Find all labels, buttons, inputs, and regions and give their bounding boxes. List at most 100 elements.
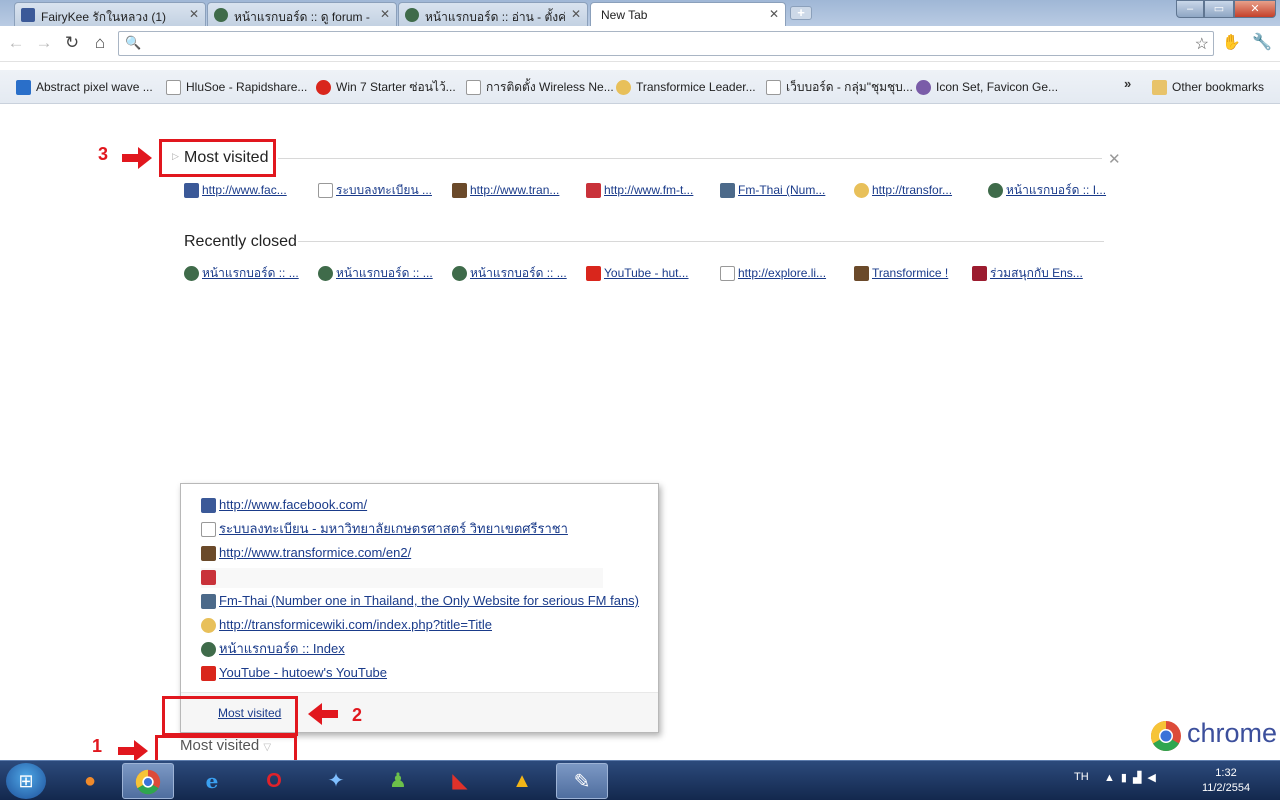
system-tray-icons[interactable]: ▲▮▟◀	[1104, 771, 1162, 784]
bookmark-item[interactable]: เว็บบอร์ด - กลุ่ม"ชุมชุบ...	[766, 79, 913, 97]
chrome-taskbar-button[interactable]	[122, 763, 174, 799]
star-icon[interactable]: ☆	[1195, 34, 1209, 54]
bookmarks-overflow-button[interactable]: »	[1124, 76, 1131, 91]
tile-link[interactable]: หน้าแรกบอร์ด :: ...	[336, 266, 433, 280]
tab-new-tab[interactable]: New Tab ✕	[590, 2, 786, 27]
tray-arrow-icon[interactable]: ▲	[1104, 772, 1121, 784]
firefox-icon[interactable]: ●	[64, 763, 116, 799]
menu-item-label[interactable]: YouTube - hutoew's YouTube	[219, 665, 387, 680]
menu-item[interactable]: Fm-Thai (Number one in Thailand, the Onl…	[201, 592, 639, 612]
reload-button[interactable]: ↻	[62, 33, 82, 53]
bookmark-item[interactable]: Transformice Leader...	[616, 79, 756, 97]
recently-closed-tile[interactable]: ร่วมสนุกกับ Ens...	[972, 265, 1092, 283]
tile-link[interactable]: http://transfor...	[872, 183, 952, 197]
menu-item-label[interactable]: ระบบลงทะเบียน - มหาวิทยาลัยเกษตรศาสตร์ ว…	[219, 521, 568, 536]
most-visited-tile[interactable]: ระบบลงทะเบียน ...	[318, 182, 438, 200]
paint-icon[interactable]: ✎	[556, 763, 608, 799]
wrench-icon[interactable]: 🔧	[1252, 32, 1274, 54]
network-icon[interactable]: ▮	[1121, 772, 1133, 784]
new-tab-button[interactable]: +	[790, 6, 812, 20]
bookmark-item[interactable]: Win 7 Starter ซ่อนไว้...	[316, 79, 456, 97]
e-icon	[972, 266, 987, 281]
other-bookmarks-folder[interactable]: Other bookmarks	[1152, 79, 1264, 97]
extension-icon[interactable]: ✋	[1222, 33, 1242, 53]
recently-closed-tile[interactable]: หน้าแรกบอร์ด :: ...	[452, 265, 572, 283]
opera-icon[interactable]: O	[248, 763, 300, 799]
menu-item[interactable]: http://www.transformice.com/en2/	[201, 544, 411, 564]
messenger-icon[interactable]: ♟	[372, 763, 424, 799]
menu-item-label[interactable]: หน้าแรกบอร์ด :: Index	[219, 641, 345, 656]
tile-link[interactable]: ร่วมสนุกกับ Ens...	[990, 266, 1083, 280]
address-input[interactable]	[145, 35, 1185, 52]
tab-facebook[interactable]: FairyKee รักในหลวง (1) ✕	[14, 2, 206, 26]
menu-item[interactable]	[201, 568, 603, 588]
back-button[interactable]: ←	[6, 33, 26, 53]
transformice-icon	[854, 266, 869, 281]
menu-item[interactable]: http://www.facebook.com/	[201, 496, 367, 516]
minimize-button[interactable]: –	[1176, 0, 1204, 18]
most-visited-tile[interactable]: http://transfor...	[854, 182, 974, 200]
window-close-button[interactable]: ✕	[1234, 0, 1276, 18]
close-icon[interactable]: ✕	[380, 7, 390, 21]
annotation-box-2	[162, 696, 298, 736]
bookmark-item[interactable]: Abstract pixel wave ...	[16, 79, 153, 97]
volume-icon[interactable]: ◀	[1147, 772, 1161, 784]
tab-forum-1[interactable]: หน้าแรกบอร์ด :: ดู forum - ... ✕	[207, 2, 397, 26]
bookmark-item[interactable]: Icon Set, Favicon Ge...	[916, 79, 1058, 97]
recently-closed-tile[interactable]: หน้าแรกบอร์ด :: ...	[184, 265, 304, 283]
tile-link[interactable]: YouTube - hut...	[604, 266, 689, 280]
most-visited-tile[interactable]: http://www.tran...	[452, 182, 572, 200]
ie-icon[interactable]: e	[186, 763, 238, 799]
maximize-button[interactable]: ▭	[1204, 0, 1234, 18]
close-icon[interactable]: ✕	[571, 7, 581, 21]
most-visited-tile[interactable]: http://www.fac...	[184, 182, 304, 200]
tab-label: หน้าแรกบอร์ด :: อ่าน - ตั้งค่า...	[425, 10, 565, 24]
omnibox[interactable]: 🔍 ☆	[118, 31, 1214, 56]
tile-link[interactable]: หน้าแรกบอร์ด :: I...	[1006, 183, 1106, 197]
menu-item-label[interactable]: http://www.facebook.com/	[219, 497, 367, 512]
most-visited-tile[interactable]: หน้าแรกบอร์ด :: I...	[988, 182, 1108, 200]
alert-app-icon[interactable]: ▲	[496, 763, 548, 799]
clock[interactable]: 1:32 11/2/2554	[1196, 766, 1256, 796]
tile-link[interactable]: Fm-Thai (Num...	[738, 183, 825, 197]
tile-link[interactable]: หน้าแรกบอร์ด :: ...	[202, 266, 299, 280]
winamp-icon[interactable]: ◣	[434, 763, 486, 799]
recently-closed-tile[interactable]: http://explore.li...	[720, 265, 840, 283]
menu-item[interactable]: ระบบลงทะเบียน - มหาวิทยาลัยเกษตรศาสตร์ ว…	[201, 520, 568, 540]
menu-item-label[interactable]: http://www.transformice.com/en2/	[219, 545, 411, 560]
tile-link[interactable]: http://www.fac...	[202, 183, 287, 197]
forum-icon	[988, 183, 1003, 198]
menu-item[interactable]: http://transformicewiki.com/index.php?ti…	[201, 616, 492, 636]
tile-link[interactable]: หน้าแรกบอร์ด :: ...	[470, 266, 567, 280]
safari-icon[interactable]: ✦	[310, 763, 362, 799]
recently-closed-tile[interactable]: Transformice !	[854, 265, 974, 283]
bookmark-item[interactable]: HluSoe - Rapidshare...	[166, 79, 307, 97]
home-button[interactable]: ⌂	[90, 33, 110, 53]
clock-time: 1:32	[1215, 767, 1237, 779]
most-visited-tile[interactable]: Fm-Thai (Num...	[720, 182, 840, 200]
menu-item-label[interactable]: Fm-Thai (Number one in Thailand, the Onl…	[219, 593, 639, 608]
forward-button[interactable]: →	[34, 33, 54, 53]
menu-item[interactable]: หน้าแรกบอร์ด :: Index	[201, 640, 345, 660]
language-indicator[interactable]: TH	[1074, 771, 1089, 783]
tile-link[interactable]: http://explore.li...	[738, 266, 826, 280]
start-button[interactable]: ⊞	[6, 763, 46, 799]
search-icon: 🔍	[125, 35, 142, 50]
close-icon[interactable]: ✕	[189, 7, 199, 21]
close-icon[interactable]: ✕	[769, 7, 779, 21]
facebook-icon	[184, 183, 199, 198]
tile-link[interactable]: http://www.tran...	[470, 183, 559, 197]
tile-link[interactable]: ระบบลงทะเบียน ...	[336, 183, 432, 197]
close-icon[interactable]: ✕	[1108, 150, 1121, 168]
menu-item-label[interactable]: http://transformicewiki.com/index.php?ti…	[219, 617, 492, 632]
forum-icon	[214, 8, 228, 22]
recently-closed-tile[interactable]: หน้าแรกบอร์ด :: ...	[318, 265, 438, 283]
tile-link[interactable]: Transformice !	[872, 266, 948, 280]
recently-closed-tile[interactable]: YouTube - hut...	[586, 265, 706, 283]
tab-forum-2[interactable]: หน้าแรกบอร์ด :: อ่าน - ตั้งค่า... ✕	[398, 2, 588, 26]
tile-link[interactable]: http://www.fm-t...	[604, 183, 693, 197]
bookmark-item[interactable]: การติดตั้ง Wireless Ne...	[466, 79, 614, 97]
menu-item[interactable]: YouTube - hutoew's YouTube	[201, 664, 387, 684]
signal-icon[interactable]: ▟	[1133, 772, 1147, 784]
most-visited-tile[interactable]: http://www.fm-t...	[586, 182, 706, 200]
